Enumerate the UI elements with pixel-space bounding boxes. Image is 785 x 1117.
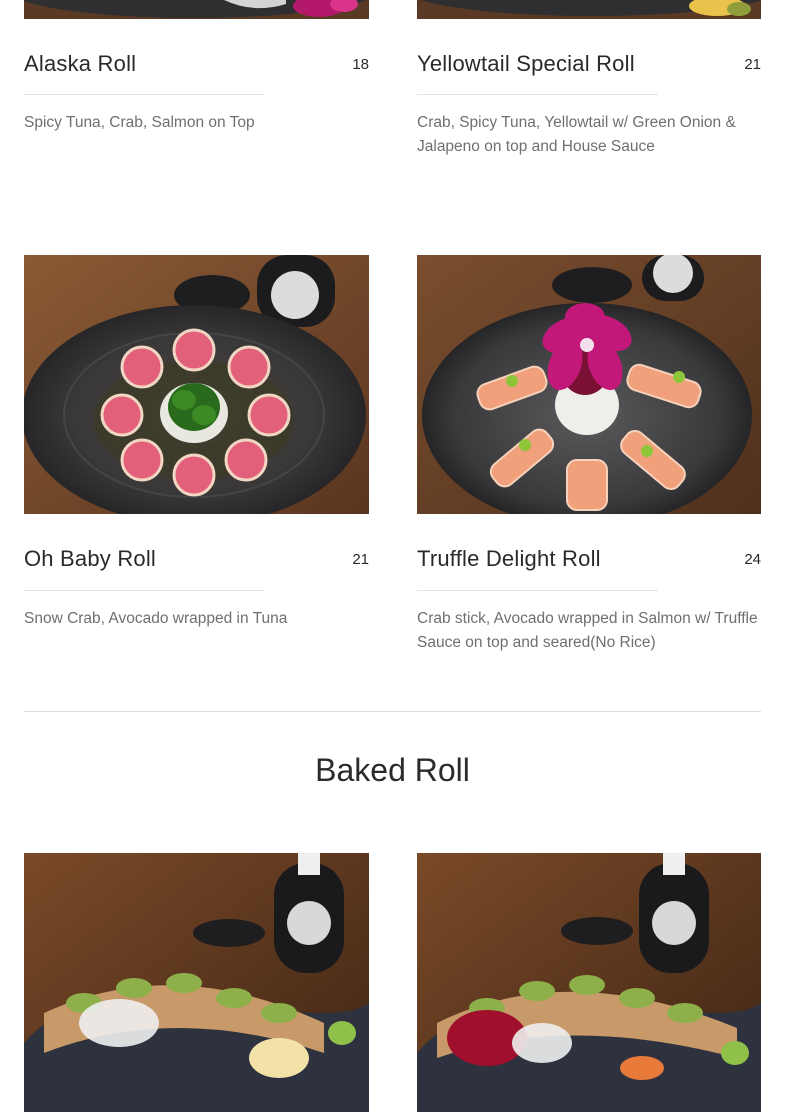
item-description-alaska-roll: Spicy Tuna, Crab, Salmon on Top [24, 114, 255, 131]
item-description-truffle-delight-roll: Crab stick, Avocado wrapped in Salmon w/… [417, 610, 758, 651]
oh-baby-roll-image [24, 255, 369, 514]
item-divider [24, 94, 265, 95]
item-description-oh-baby-roll: Snow Crab, Avocado wrapped in Tuna [24, 610, 288, 627]
oh-baby-roll-photo[interactable] [24, 255, 369, 514]
item-divider [417, 590, 658, 591]
yellowtail-special-roll-photo [417, 0, 761, 19]
truffle-delight-roll-photo[interactable] [417, 255, 761, 514]
item-divider [417, 94, 658, 95]
alaska-roll-photo [24, 0, 369, 19]
item-name-truffle-delight-roll: Truffle Delight Roll [417, 546, 601, 571]
baked-roll-image-1 [24, 853, 369, 1112]
item-description-yellowtail-special-roll: Crab, Spicy Tuna, Yellowtail w/ Green On… [417, 114, 736, 155]
item-price-truffle-delight-roll: 24 [744, 551, 761, 568]
baked-roll-image-2 [417, 853, 761, 1112]
baked-roll-photo-2[interactable] [417, 853, 761, 1112]
item-divider [24, 590, 265, 591]
item-name-yellowtail-special-roll: Yellowtail Special Roll [417, 51, 635, 76]
section-title: Baked Roll [315, 752, 470, 788]
item-price-yellowtail-special-roll: 21 [744, 56, 761, 73]
item-name-alaska-roll: Alaska Roll [24, 51, 137, 76]
section-divider [24, 711, 761, 712]
item-price-alaska-roll: 18 [352, 56, 369, 73]
item-price-oh-baby-roll: 21 [352, 551, 369, 568]
baked-roll-photo-1[interactable] [24, 853, 369, 1112]
item-name-oh-baby-roll: Oh Baby Roll [24, 546, 157, 571]
truffle-delight-roll-image [417, 255, 761, 514]
